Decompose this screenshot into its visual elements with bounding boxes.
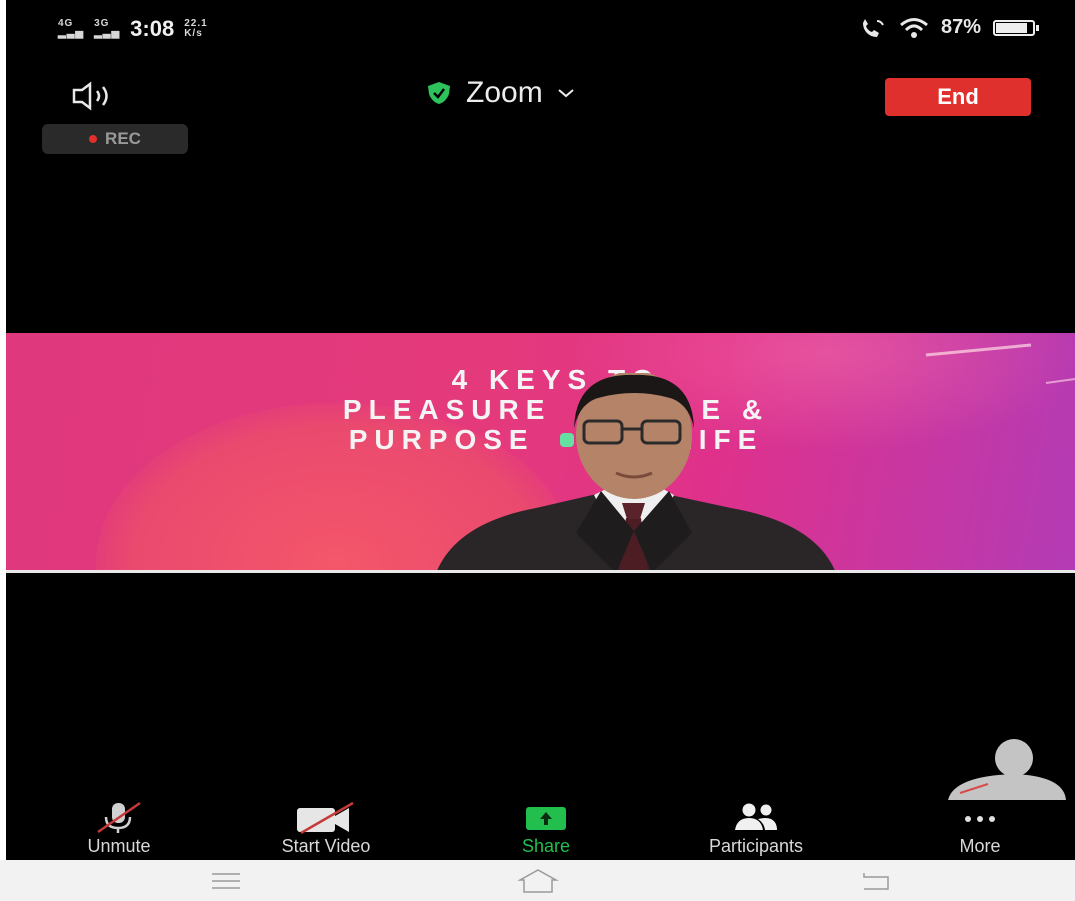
- more-button[interactable]: More: [930, 800, 1030, 860]
- participants-button[interactable]: Participants: [666, 800, 846, 860]
- meeting-header: Zoom End: [6, 70, 1075, 120]
- participants-label: Participants: [708, 836, 804, 856]
- start-video-label: Start Video: [281, 836, 371, 856]
- back-button[interactable]: [846, 868, 906, 894]
- home-button[interactable]: [508, 868, 568, 894]
- battery-percent: 87%: [940, 16, 981, 38]
- shield-check-icon: [428, 82, 450, 104]
- self-view-thumbnail[interactable]: [946, 738, 1066, 800]
- status-time: 3:08: [130, 16, 175, 41]
- unmute-button[interactable]: Unmute: [54, 800, 184, 860]
- end-meeting-button[interactable]: End: [885, 78, 1031, 116]
- participants-icon: [735, 803, 777, 830]
- share-label: Share: [521, 836, 571, 856]
- meeting-title: Zoom: [466, 76, 543, 109]
- slide-streak: [925, 343, 1075, 384]
- start-video-button[interactable]: Start Video: [241, 800, 411, 860]
- mic-off-icon: [97, 801, 141, 834]
- system-navigation-bar: [0, 860, 1075, 901]
- presenter-video: [436, 373, 836, 573]
- back-icon: [863, 873, 889, 890]
- more-dots-icon: [965, 816, 995, 822]
- share-button[interactable]: Share: [496, 800, 596, 860]
- speaker-button[interactable]: [70, 80, 130, 112]
- speaker-icon: [72, 81, 108, 111]
- active-video[interactable]: 4 KEYS TO PLEASURE E & PURPOSE LIFE: [6, 333, 1075, 573]
- recording-label: REC: [105, 129, 141, 148]
- status-bar: 4G ▂▃▅ 3G ▂▃▅ 3:08 22.1 K/s 87%: [6, 0, 1075, 58]
- video-off-icon: [297, 801, 354, 834]
- battery-fill: [996, 22, 1028, 33]
- recording-dot-icon: [89, 135, 98, 143]
- data-speed: 22.1 K/s: [184, 18, 208, 39]
- recording-badge: REC: [42, 124, 188, 154]
- home-icon: [517, 869, 559, 893]
- menu-button[interactable]: [196, 868, 256, 894]
- status-left: 4G ▂▃▅ 3G ▂▃▅ 3:08 22.1 K/s: [58, 16, 208, 42]
- wifi-calling-icon: [862, 18, 884, 37]
- zoom-meeting-screen: 4G ▂▃▅ 3G ▂▃▅ 3:08 22.1 K/s 87% Zoom End…: [6, 0, 1075, 860]
- more-label: More: [959, 836, 1001, 856]
- meeting-toolbar: Unmute Start Video Share Participants Mo…: [6, 800, 1075, 860]
- meeting-title-menu[interactable]: Zoom: [426, 76, 575, 110]
- wifi-icon: [900, 17, 928, 38]
- network-indicator-3g: 3G ▂▃▅: [94, 18, 121, 39]
- battery-icon: [993, 19, 1039, 36]
- share-arrow-icon: [526, 807, 566, 830]
- avatar-icon: [948, 739, 1066, 800]
- menu-icon: [212, 873, 240, 889]
- status-right: 87%: [859, 16, 1039, 39]
- unmute-label: Unmute: [87, 836, 151, 856]
- chevron-down-icon: [558, 89, 574, 98]
- network-indicator-4g: 4G ▂▃▅: [58, 18, 85, 39]
- video-divider: [6, 570, 1075, 573]
